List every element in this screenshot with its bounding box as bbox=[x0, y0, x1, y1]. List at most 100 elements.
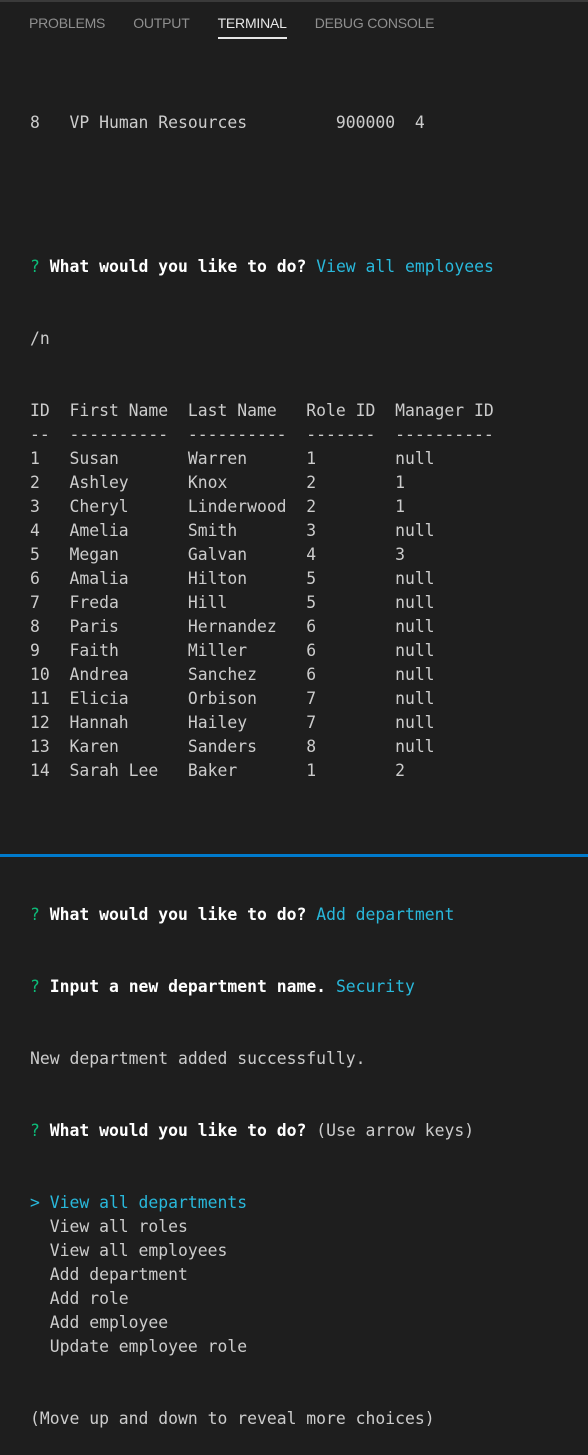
table-row: 5 Megan Galvan 4 3 bbox=[30, 543, 494, 567]
question-mark-icon: ? bbox=[30, 257, 40, 276]
table-row: 10 Andrea Sanchez 6 null bbox=[30, 663, 494, 687]
table-cell: 13 bbox=[30, 737, 50, 756]
prompt-question: What would you like to do? bbox=[49, 257, 307, 276]
table-cell: null bbox=[395, 713, 435, 732]
table-cell: null bbox=[395, 665, 435, 684]
table-cell: Amalia bbox=[69, 569, 129, 588]
tab-problems[interactable]: PROBLEMS bbox=[29, 15, 105, 39]
table-cell: 14 bbox=[30, 761, 50, 780]
table-cell: 5 bbox=[306, 569, 317, 588]
menu-option-label: View all departments bbox=[49, 1193, 248, 1212]
question-mark-icon: ? bbox=[30, 905, 40, 924]
table-cell: Sanders bbox=[187, 737, 257, 756]
table-cell: 1 bbox=[30, 449, 40, 468]
table-cell: 6 bbox=[306, 665, 317, 684]
table-row: 8 Paris Hernandez 6 null bbox=[30, 615, 494, 639]
table-row: 4 Amelia Smith 3 null bbox=[30, 519, 494, 543]
prompt-hint: (Use arrow keys) bbox=[316, 1121, 475, 1140]
table-cell: 11 bbox=[30, 689, 50, 708]
table-separator: -- ---------- ---------- ------- ---------- bbox=[30, 423, 494, 447]
menu-footer: (Move up and down to reveal more choices… bbox=[30, 1409, 435, 1428]
table-cell: 5 bbox=[30, 545, 40, 564]
table-row: 13 Karen Sanders 8 null bbox=[30, 735, 494, 759]
menu-option[interactable]: View all roles bbox=[30, 1215, 494, 1239]
table-cell: 3 bbox=[395, 545, 405, 564]
table-cell: null bbox=[395, 737, 435, 756]
table-cell: 3 bbox=[306, 521, 317, 540]
tab-debug-console[interactable]: DEBUG CONSOLE bbox=[315, 15, 435, 39]
table-cell: Warren bbox=[187, 449, 248, 468]
menu-option[interactable]: Update employee role bbox=[30, 1335, 494, 1359]
menu-option[interactable]: Add role bbox=[30, 1287, 494, 1311]
question-mark-icon: ? bbox=[30, 1121, 40, 1140]
prompt-question: What would you like to do? bbox=[49, 905, 307, 924]
menu-option-label: Add department bbox=[49, 1265, 188, 1284]
table-cell: Cheryl bbox=[69, 497, 129, 516]
menu-option-label: Add role bbox=[49, 1289, 129, 1308]
panel-border bbox=[0, 0, 588, 2]
table-cell: Hailey bbox=[187, 713, 248, 732]
table-cell: 10 bbox=[30, 665, 50, 684]
success-message: New department added successfully. bbox=[30, 1049, 366, 1068]
table-cell: Hilton bbox=[187, 569, 248, 588]
table-cell: Role ID bbox=[306, 401, 376, 420]
table-cell: 7 bbox=[30, 593, 40, 612]
menu-option[interactable]: View all employees bbox=[30, 1239, 494, 1263]
table-cell: Ashley bbox=[69, 473, 129, 492]
table-cell: Last Name bbox=[187, 401, 277, 420]
prompt-question: What would you like to do? bbox=[49, 1121, 307, 1140]
table-cell: 6 bbox=[30, 569, 40, 588]
table-row: 9 Faith Miller 6 null bbox=[30, 639, 494, 663]
menu-option[interactable]: Add employee bbox=[30, 1311, 494, 1335]
table-cell: ID bbox=[30, 401, 50, 420]
tab-terminal[interactable]: TERMINAL bbox=[217, 15, 287, 39]
role-department: 4 bbox=[414, 113, 425, 132]
menu-option[interactable]: Add department bbox=[30, 1263, 494, 1287]
action-menu: > View all departments View all roles View… bbox=[30, 1191, 494, 1359]
table-row: 7 Freda Hill 5 null bbox=[30, 591, 494, 615]
table-row: 1 Susan Warren 1 null bbox=[30, 447, 494, 471]
table-cell: null bbox=[395, 641, 435, 660]
table-cell: Faith bbox=[69, 641, 119, 660]
table-row: 11 Elicia Orbison 7 null bbox=[30, 687, 494, 711]
table-cell: 2 bbox=[306, 473, 317, 492]
table-cell: 6 bbox=[306, 641, 317, 660]
prompt-answer: Add department bbox=[316, 905, 455, 924]
table-cell: Karen bbox=[69, 737, 119, 756]
newline-text: /n bbox=[30, 329, 50, 348]
menu-option-label: Add employee bbox=[49, 1313, 169, 1332]
role-salary: 900000 bbox=[335, 113, 396, 132]
table-header: ID First Name Last Name Role ID Manager ID bbox=[30, 399, 494, 423]
table-cell: Miller bbox=[187, 641, 248, 660]
table-row: 12 Hannah Hailey 7 null bbox=[30, 711, 494, 735]
terminal-output[interactable]: 8 VP Human Resources 900000 4 ? What wou… bbox=[30, 63, 494, 1455]
table-cell: ------- bbox=[306, 425, 376, 444]
table-cell: Hernandez bbox=[187, 617, 277, 636]
table-cell: -- bbox=[30, 425, 50, 444]
table-row: 6 Amalia Hilton 5 null bbox=[30, 567, 494, 591]
prompt-question: Input a new department name. bbox=[49, 977, 327, 996]
table-cell: 1 bbox=[395, 473, 405, 492]
table-row: 14 Sarah Lee Baker 1 2 bbox=[30, 759, 494, 783]
table-cell: Hannah bbox=[69, 713, 129, 732]
table-cell: 7 bbox=[306, 689, 317, 708]
question-mark-icon: ? bbox=[30, 977, 40, 996]
menu-option-label: View all employees bbox=[49, 1241, 228, 1260]
prompt-line: ? What would you like to do? (Use arrow … bbox=[30, 1119, 494, 1143]
table-cell: First Name bbox=[69, 401, 169, 420]
prompt-line: ? What would you like to do? Add departm… bbox=[30, 903, 494, 927]
table-cell: 2 bbox=[306, 497, 317, 516]
menu-option-label: View all roles bbox=[49, 1217, 188, 1236]
table-cell: Elicia bbox=[69, 689, 129, 708]
table-cell: null bbox=[395, 593, 435, 612]
table-cell: Linderwood bbox=[187, 497, 287, 516]
table-cell: null bbox=[395, 569, 435, 588]
table-cell: null bbox=[395, 617, 435, 636]
table-cell: Hill bbox=[187, 593, 228, 612]
table-cell: 12 bbox=[30, 713, 50, 732]
table-cell: Sanchez bbox=[187, 665, 257, 684]
tab-output[interactable]: OUTPUT bbox=[133, 15, 190, 39]
menu-option[interactable]: > View all departments bbox=[30, 1191, 494, 1215]
role-row: 8 VP Human Resources 900000 4 bbox=[30, 111, 494, 135]
table-cell: 8 bbox=[306, 737, 317, 756]
